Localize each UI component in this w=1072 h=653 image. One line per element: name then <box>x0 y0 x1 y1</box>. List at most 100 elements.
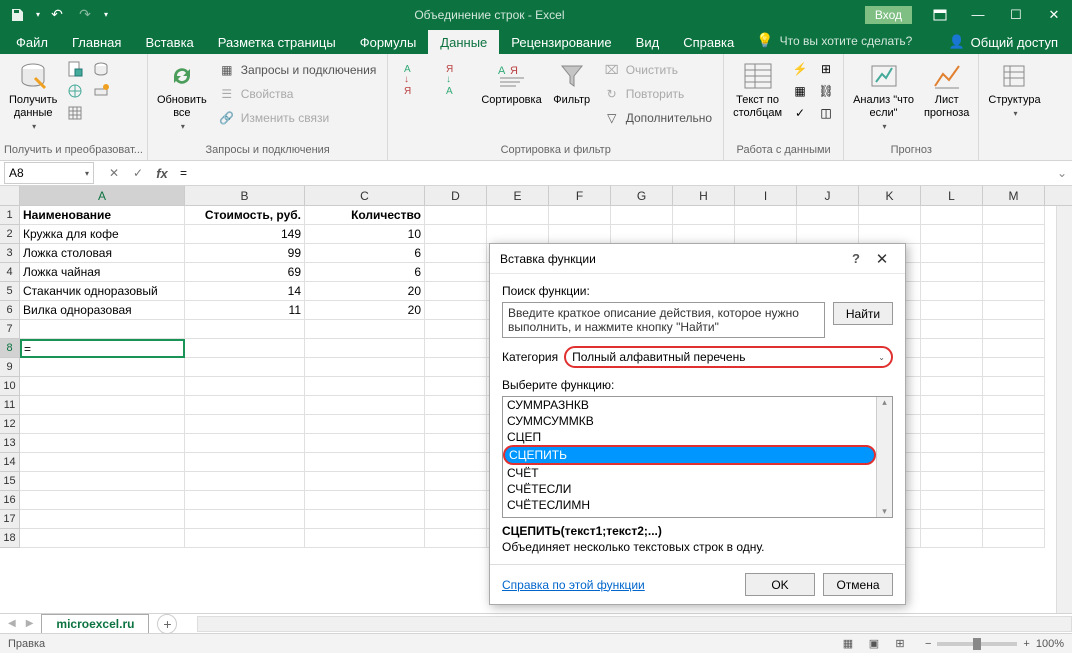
cell[interactable] <box>425 377 487 396</box>
column-header[interactable]: G <box>611 186 673 205</box>
search-input[interactable]: Введите краткое описание действия, котор… <box>502 302 825 338</box>
cell[interactable] <box>425 320 487 339</box>
cell[interactable] <box>983 206 1045 225</box>
cell[interactable] <box>425 282 487 301</box>
cell[interactable] <box>735 206 797 225</box>
cell[interactable] <box>921 510 983 529</box>
save-button[interactable] <box>6 4 28 26</box>
queries-conn-button[interactable]: ▦Запросы и подключения <box>215 59 381 81</box>
function-item[interactable]: СЧЁТЕСЛИ <box>503 481 876 497</box>
cell[interactable] <box>921 320 983 339</box>
column-header[interactable]: E <box>487 186 549 205</box>
tab-view[interactable]: Вид <box>624 30 672 54</box>
function-item[interactable]: СЧЁТ <box>503 465 876 481</box>
cell[interactable] <box>983 529 1045 548</box>
cell[interactable] <box>921 529 983 548</box>
cell[interactable] <box>611 225 673 244</box>
cell[interactable] <box>921 453 983 472</box>
sort-az-button[interactable]: А↓Я <box>392 57 434 107</box>
cell[interactable]: Стаканчик одноразовый <box>20 282 185 301</box>
cell[interactable] <box>921 263 983 282</box>
cell[interactable] <box>983 339 1045 358</box>
dialog-titlebar[interactable]: Вставка функции ? ✕ <box>490 244 905 274</box>
cell[interactable] <box>20 510 185 529</box>
what-if-button[interactable]: Анализ "что если" ▾ <box>848 57 919 136</box>
row-header[interactable]: 13 <box>0 434 20 453</box>
cell[interactable] <box>425 225 487 244</box>
row-header[interactable]: 18 <box>0 529 20 548</box>
cell[interactable] <box>425 415 487 434</box>
cell[interactable] <box>983 358 1045 377</box>
minimize-button[interactable]: — <box>960 0 996 29</box>
cell[interactable] <box>20 453 185 472</box>
cell[interactable] <box>735 225 797 244</box>
cell[interactable] <box>305 396 425 415</box>
cell[interactable]: Наименование <box>20 206 185 225</box>
cell[interactable] <box>487 206 549 225</box>
column-header[interactable]: A <box>20 186 185 205</box>
tab-help[interactable]: Справка <box>671 30 746 54</box>
cell[interactable] <box>20 529 185 548</box>
forecast-sheet-button[interactable]: Лист прогноза <box>919 57 974 123</box>
function-item[interactable]: СУММРАЗНКВ <box>503 397 876 413</box>
cell[interactable] <box>921 434 983 453</box>
function-list[interactable]: СУММРАЗНКВСУММСУММКВСЦЕПСЦЕПИТЬСЧЁТСЧЁТЕ… <box>502 396 893 518</box>
tab-data[interactable]: Данные <box>428 30 499 54</box>
cell[interactable] <box>305 453 425 472</box>
cell[interactable] <box>549 225 611 244</box>
dialog-close-button[interactable]: ✕ <box>869 250 895 268</box>
tab-insert[interactable]: Вставка <box>133 30 205 54</box>
cell[interactable] <box>921 415 983 434</box>
cell[interactable] <box>20 396 185 415</box>
cell[interactable] <box>185 358 305 377</box>
row-header[interactable]: 4 <box>0 263 20 282</box>
row-header[interactable]: 16 <box>0 491 20 510</box>
cell[interactable] <box>305 320 425 339</box>
function-item[interactable]: СЦЕП <box>503 429 876 445</box>
help-link[interactable]: Справка по этой функции <box>502 578 645 592</box>
cell[interactable] <box>487 225 549 244</box>
cell[interactable]: 20 <box>305 282 425 301</box>
column-header[interactable]: J <box>797 186 859 205</box>
undo-button[interactable]: ↶ <box>46 4 68 26</box>
cell[interactable] <box>921 396 983 415</box>
cell[interactable] <box>983 396 1045 415</box>
category-select[interactable]: Полный алфавитный перечень ⌄ <box>564 346 893 368</box>
enter-formula-button[interactable]: ✓ <box>126 162 150 184</box>
outline-button[interactable]: Структура ▾ <box>983 57 1045 123</box>
cell[interactable]: 10 <box>305 225 425 244</box>
page-break-button[interactable]: ⊞ <box>889 635 911 653</box>
from-table-button[interactable] <box>65 103 85 123</box>
cell[interactable] <box>425 244 487 263</box>
cell[interactable] <box>305 510 425 529</box>
insert-function-button[interactable]: fx <box>150 162 174 184</box>
column-header[interactable]: H <box>673 186 735 205</box>
qat-customise-icon[interactable]: ▾ <box>104 10 108 19</box>
redo-button[interactable]: ↷ <box>74 4 96 26</box>
cell[interactable] <box>185 472 305 491</box>
text-to-columns-button[interactable]: Текст по столбцам <box>728 57 787 123</box>
recent-sources-button[interactable] <box>91 59 111 79</box>
cell[interactable] <box>185 415 305 434</box>
row-header[interactable]: 9 <box>0 358 20 377</box>
row-header[interactable]: 5 <box>0 282 20 301</box>
column-header[interactable]: B <box>185 186 305 205</box>
cell[interactable] <box>185 529 305 548</box>
cell[interactable] <box>921 244 983 263</box>
cell[interactable] <box>20 472 185 491</box>
function-item[interactable]: СУММСУММКВ <box>503 413 876 429</box>
cell[interactable] <box>185 320 305 339</box>
cell[interactable] <box>983 377 1045 396</box>
cell[interactable] <box>305 472 425 491</box>
tab-home[interactable]: Главная <box>60 30 133 54</box>
cell[interactable] <box>20 320 185 339</box>
cell[interactable] <box>921 472 983 491</box>
cell[interactable] <box>185 434 305 453</box>
cell[interactable] <box>425 339 487 358</box>
from-text-button[interactable] <box>65 59 85 79</box>
row-header[interactable]: 15 <box>0 472 20 491</box>
cell[interactable] <box>921 358 983 377</box>
cell[interactable] <box>20 415 185 434</box>
function-item[interactable]: СЧЁТЕСЛИМН <box>503 497 876 513</box>
column-header[interactable]: L <box>921 186 983 205</box>
